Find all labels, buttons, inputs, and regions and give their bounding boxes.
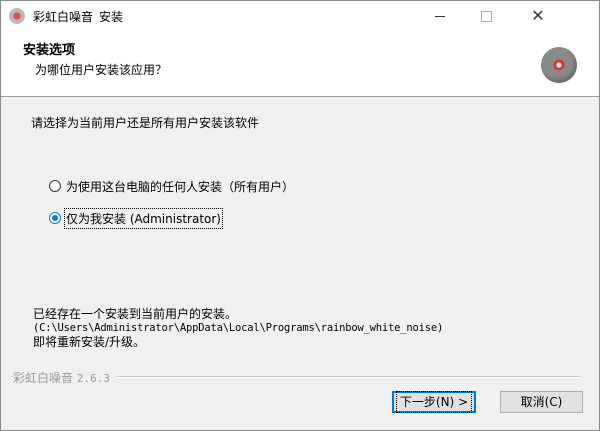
maximize-button bbox=[463, 1, 509, 31]
option-current-user[interactable]: 仅为我安装 (Administrator) bbox=[49, 207, 223, 229]
option-all-users-label[interactable]: 为使用这台电脑的任何人安装（所有用户） bbox=[66, 178, 294, 195]
window-title: 彩虹白噪音 安装 bbox=[33, 8, 123, 25]
notice-install-path: (C:\Users\Administrator\AppData\Local\Pr… bbox=[33, 322, 444, 334]
next-button-label: 下一步(N) > bbox=[395, 391, 473, 413]
close-button[interactable]: ✕ bbox=[515, 1, 561, 31]
close-icon: ✕ bbox=[531, 6, 545, 25]
app-icon bbox=[9, 8, 25, 24]
brand-version: 2.6.3 bbox=[76, 372, 110, 385]
content-area: 请选择为当前用户还是所有用户安装该软件 为使用这台电脑的任何人安装（所有用户） … bbox=[1, 97, 599, 367]
maximize-icon bbox=[480, 10, 492, 22]
page-subtitle: 为哪位用户安装该应用？ bbox=[35, 63, 168, 77]
brand-name: 彩虹白噪音 bbox=[13, 371, 74, 385]
minimize-icon bbox=[435, 15, 445, 17]
next-button[interactable]: 下一步(N) > bbox=[392, 391, 476, 413]
branding-separator: 彩虹白噪音 2.6.3 bbox=[1, 369, 599, 386]
cancel-button[interactable]: 取消(C) bbox=[500, 391, 583, 413]
radio-current-user[interactable] bbox=[49, 212, 61, 224]
branding-text: 彩虹白噪音 2.6.3 bbox=[13, 369, 116, 386]
existing-install-notice: 已经存在一个安装到当前用户的安装。 (C:\Users\Administrato… bbox=[33, 307, 443, 349]
header-band: 安装选项 为哪位用户安装该应用？ bbox=[1, 31, 599, 97]
app-logo-icon bbox=[541, 47, 577, 83]
title-bar: 彩虹白噪音 安装 ✕ bbox=[1, 1, 599, 31]
option-current-user-label[interactable]: 仅为我安装 (Administrator) bbox=[64, 207, 223, 229]
window-title-app: 彩虹白噪音 bbox=[33, 10, 94, 24]
option-all-users[interactable]: 为使用这台电脑的任何人安装（所有用户） bbox=[49, 177, 294, 195]
minimize-button[interactable] bbox=[417, 1, 463, 31]
notice-line-3: 即将重新安装/升级。 bbox=[33, 335, 146, 349]
notice-line-1: 已经存在一个安装到当前用户的安装。 bbox=[33, 307, 238, 321]
cancel-button-label: 取消(C) bbox=[520, 395, 563, 409]
installer-window: 彩虹白噪音 安装 ✕ 安装选项 为哪位用户安装该应用？ 请选择为当前用户还是所有用… bbox=[0, 0, 600, 431]
window-title-suffix: 安装 bbox=[99, 10, 124, 24]
page-title: 安装选项 bbox=[23, 43, 76, 58]
radio-all-users[interactable] bbox=[49, 180, 61, 192]
instruction-text: 请选择为当前用户还是所有用户安装该软件 bbox=[31, 116, 260, 130]
